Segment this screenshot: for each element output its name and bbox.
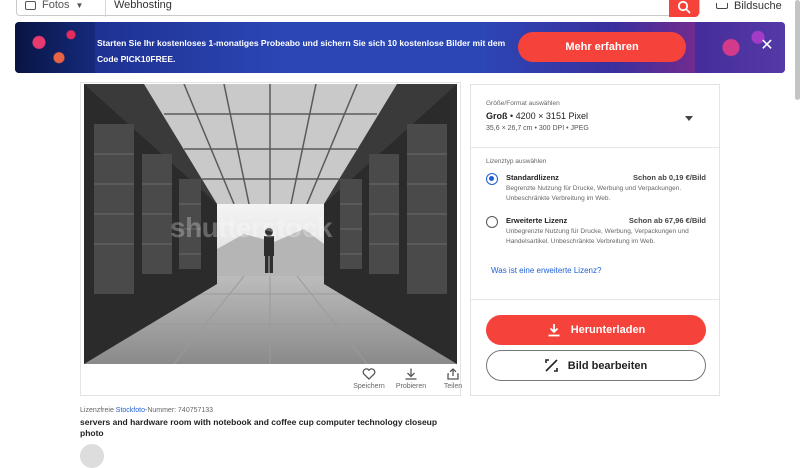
camera-icon	[716, 3, 728, 9]
stock-id-prefix: Lizenzfreie	[80, 407, 116, 414]
watermark: shutterstock	[170, 212, 333, 243]
image-title: servers and hardware room with notebook …	[80, 417, 438, 438]
license-section: Lizenztyp auswählen Standardlizenz Schon…	[471, 148, 719, 300]
license-option-standard[interactable]: Standardlizenz Schon ab 0,19 €/Bild Begr…	[486, 173, 706, 213]
top-search-bar: Fotos ▼ Webhosting Bildsuche	[0, 0, 800, 17]
image-search-button[interactable]: Bildsuche	[716, 0, 782, 12]
share-button[interactable]: Teilen	[435, 368, 471, 390]
license-name: Standardlizenz	[506, 173, 559, 182]
banner-text: Starten Sie Ihr kostenloses 1-monatiges …	[97, 38, 506, 64]
stock-photo[interactable]: shutterstock	[84, 84, 457, 364]
page-scrollbar[interactable]	[795, 0, 800, 100]
save-button[interactable]: Speichern	[351, 368, 387, 390]
size-name: Groß	[486, 111, 508, 121]
search-box[interactable]: Fotos ▼ Webhosting	[16, 0, 700, 17]
license-price: Schon ab 67,96 €/Bild	[628, 216, 706, 225]
edit-label: Bild bearbeiten	[567, 359, 648, 372]
chevron-down-icon	[685, 116, 693, 121]
stock-photo-link[interactable]: Stockfoto	[116, 407, 145, 414]
size-label: Größe/Format auswählen	[486, 100, 560, 107]
search-divider	[105, 0, 106, 17]
share-icon	[447, 368, 459, 380]
license-name: Erweiterte Lizenz	[506, 216, 568, 225]
try-label: Probieren	[395, 383, 427, 390]
size-dims: • 4200 × 3151 Pixel	[507, 111, 588, 121]
media-type-label: Fotos	[42, 0, 70, 11]
close-icon[interactable]: ✕	[759, 38, 775, 54]
extended-license-info-link[interactable]: Was ist eine erweiterte Lizenz?	[491, 266, 601, 275]
heart-icon	[362, 368, 376, 380]
license-price: Schon ab 0,19 €/Bild	[633, 173, 706, 182]
banner-artwork-left	[15, 22, 95, 73]
image-search-label: Bildsuche	[734, 0, 782, 12]
stock-id-number: -Nummer: 740757133	[144, 407, 214, 414]
radio-extended[interactable]	[486, 216, 498, 228]
share-label: Teilen	[443, 383, 463, 390]
try-button[interactable]: Probieren	[393, 368, 429, 390]
search-input[interactable]: Webhosting	[114, 0, 172, 11]
avatar[interactable]	[80, 444, 104, 468]
purchase-panel: Größe/Format auswählen Groß • 4200 × 315…	[470, 84, 720, 396]
license-option-extended[interactable]: Erweiterte Lizenz Schon ab 67,96 €/Bild …	[486, 216, 706, 256]
size-details: 35,6 × 26,7 cm • 300 DPI • JPEG	[486, 125, 589, 132]
image-actions: Speichern Probieren Teilen	[351, 368, 471, 390]
save-label: Speichern	[353, 383, 385, 390]
learn-more-button[interactable]: Mehr erfahren	[518, 32, 686, 62]
license-desc: Begrenzte Nutzung für Drucke, Werbung un…	[506, 185, 682, 202]
promo-banner: Starten Sie Ihr kostenloses 1-monatiges …	[15, 22, 785, 73]
edit-image-icon	[544, 359, 558, 372]
download-button[interactable]: Herunterladen	[486, 315, 706, 345]
edit-image-button[interactable]: Bild bearbeiten	[486, 350, 706, 381]
search-icon	[677, 0, 691, 14]
search-button[interactable]	[669, 0, 699, 17]
media-type-select[interactable]: Fotos ▼	[25, 0, 83, 11]
license-label: Lizenztyp auswählen	[486, 158, 547, 165]
size-selector[interactable]: Größe/Format auswählen Groß • 4200 × 315…	[471, 85, 719, 148]
stock-id-line: Lizenzfreie Stockfoto-Nummer: 740757133	[80, 407, 213, 414]
download-label: Herunterladen	[570, 324, 646, 336]
download-icon	[405, 368, 417, 380]
radio-standard[interactable]	[486, 173, 498, 185]
download-icon	[548, 324, 560, 337]
photo-icon	[25, 0, 36, 10]
image-card: shutterstock Speichern Probieren Teilen	[80, 82, 462, 396]
license-desc: Unbegrenzte Nutzung für Drucke, Werbung,…	[506, 228, 689, 245]
chevron-down-icon: ▼	[75, 0, 84, 10]
